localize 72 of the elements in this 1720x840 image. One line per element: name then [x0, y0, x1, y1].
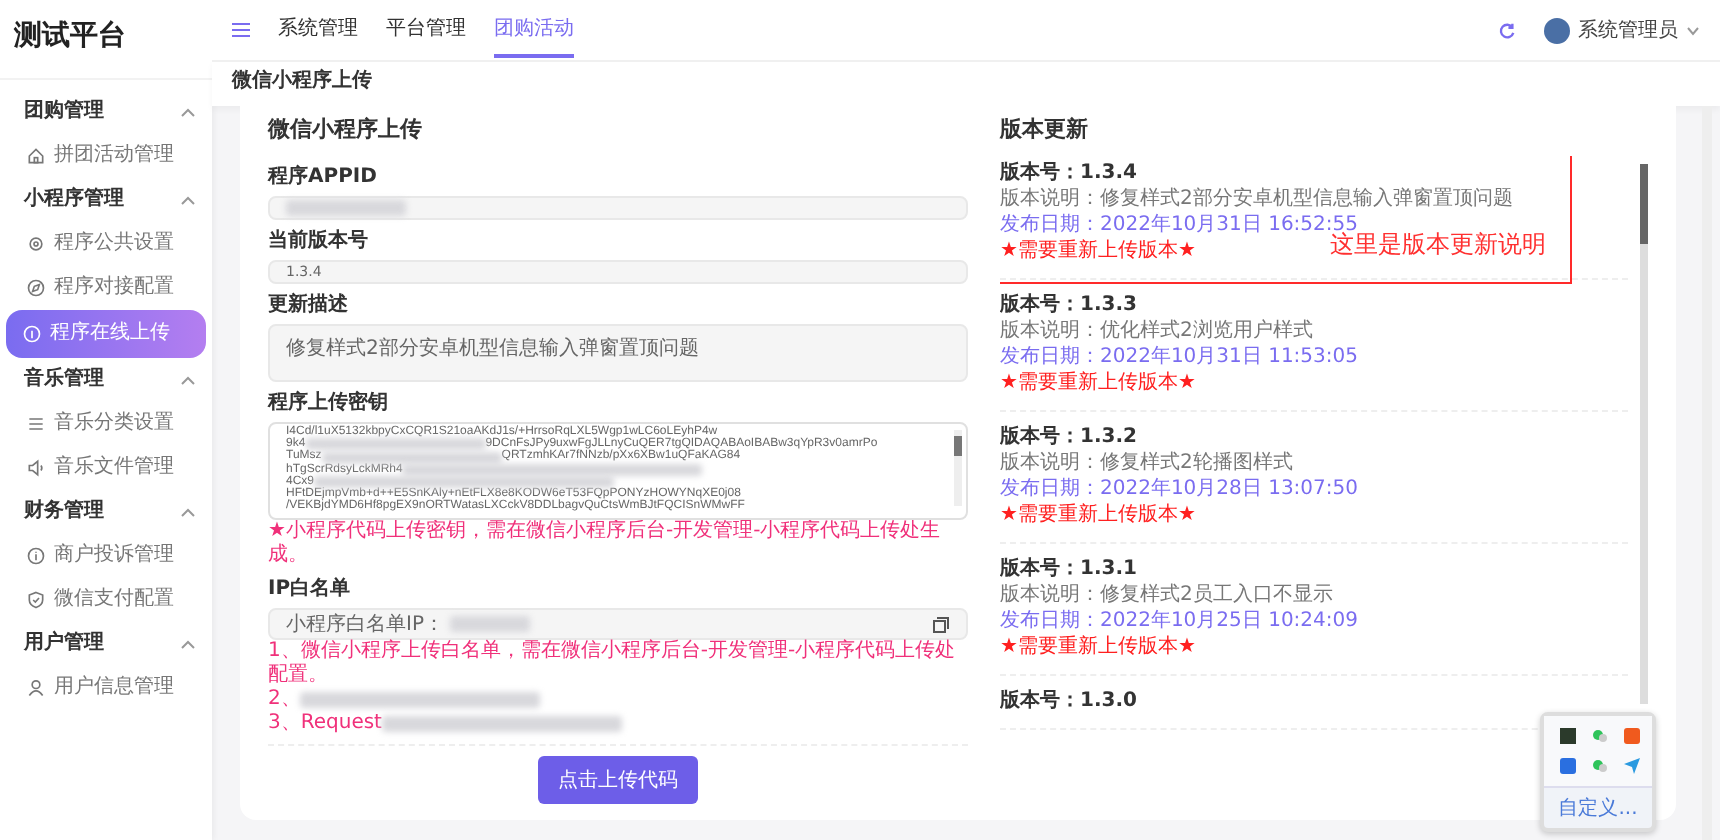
- description-field[interactable]: 修复样式2部分安卓机型信息输入弹窗置顶问题: [268, 324, 968, 382]
- sidebar-item[interactable]: 音乐文件管理: [6, 446, 206, 490]
- section-title: 微信小程序上传: [268, 114, 424, 144]
- info-icon: [22, 324, 42, 344]
- version-number: 版本号：1.3.1: [1000, 556, 1137, 582]
- menu-group[interactable]: 财务管理: [0, 490, 212, 534]
- send-icon[interactable]: [1624, 758, 1640, 774]
- reupload-notice: ★需要重新上传版本★: [1000, 370, 1196, 396]
- release-date: 发布日期：2022年10月25日 10:24:09: [1000, 608, 1358, 634]
- field-label: 程序上传密钥: [268, 388, 390, 416]
- redaction-blur: [449, 616, 530, 632]
- menu-group[interactable]: 团购管理: [0, 90, 212, 134]
- user-menu[interactable]: 系统管理员: [1544, 16, 1700, 44]
- speaker-icon: [26, 458, 46, 478]
- user-icon: [26, 678, 46, 698]
- version-number: 版本号：1.3.3: [1000, 292, 1137, 318]
- version-description: 版本说明：修复样式2部分安卓机型信息输入弹窗置顶问题: [1000, 186, 1513, 212]
- sidebar-item[interactable]: 音乐分类设置: [6, 402, 206, 446]
- field-label: 程序APPID: [268, 162, 379, 190]
- version-number: 版本号：1.3.4: [1000, 160, 1137, 186]
- nav-tab[interactable]: 系统管理: [278, 2, 358, 58]
- customize-link[interactable]: 自定义...: [1544, 786, 1652, 828]
- section-title: 版本更新: [1000, 114, 1090, 144]
- sidebar-item[interactable]: 微信支付配置: [6, 578, 206, 622]
- sidebar-item[interactable]: 程序公共设置: [6, 222, 206, 266]
- reupload-notice: ★需要重新上传版本★: [1000, 238, 1196, 264]
- reupload-notice: ★需要重新上传版本★: [1000, 502, 1196, 528]
- appid-field[interactable]: [268, 196, 968, 221]
- version-description: 版本说明：修复样式2轮播图样式: [1000, 450, 1293, 476]
- shield-icon: [26, 590, 46, 610]
- sidebar-item[interactable]: 商户投诉管理: [6, 534, 206, 578]
- scrollbar-thumb[interactable]: [954, 436, 962, 456]
- scrollbar-thumb[interactable]: [1640, 164, 1648, 244]
- field-label: 当前版本号: [268, 227, 370, 255]
- gear-icon: [26, 234, 46, 254]
- page-title: 微信小程序上传: [212, 60, 1720, 106]
- copy-icon[interactable]: [932, 615, 950, 633]
- ip-hint: 2、: [268, 688, 301, 712]
- info-icon: [26, 546, 46, 566]
- upload-button[interactable]: 点击上传代码: [538, 756, 698, 804]
- menu-group[interactable]: 用户管理: [0, 622, 212, 666]
- home-icon: [26, 146, 46, 166]
- avatar: [1544, 17, 1570, 43]
- menu-group[interactable]: 小程序管理: [0, 178, 212, 222]
- sidebar-item[interactable]: 用户信息管理: [6, 666, 206, 710]
- menu-group[interactable]: 音乐管理: [0, 358, 212, 402]
- release-date: 发布日期：2022年10月28日 13:07:50: [1000, 476, 1358, 502]
- version-description: 版本说明：优化样式2浏览用户样式: [1000, 318, 1313, 344]
- ip-hint: 3、Request: [268, 712, 382, 736]
- key-hint: ★小程序代码上传密钥，需在微信小程序后台-开发管理-小程序代码上传处生成。: [268, 520, 943, 568]
- version-description: 版本说明：修复样式2员工入口不显示: [1000, 582, 1333, 608]
- sidebar-item[interactable]: 拼团活动管理: [6, 134, 206, 178]
- list-icon: [26, 414, 46, 434]
- release-date: 发布日期：2022年10月31日 11:53:05: [1000, 344, 1358, 370]
- field-label: 更新描述: [268, 290, 350, 319]
- reupload-notice: ★需要重新上传版本★: [1000, 634, 1196, 660]
- caret-icon: [1686, 25, 1700, 35]
- redaction-blur: [286, 200, 406, 217]
- version-number: 版本号：1.3.0: [1000, 688, 1137, 714]
- version-number: 版本号：1.3.2: [1000, 424, 1137, 450]
- sidebar-item[interactable]: 程序在线上传: [6, 310, 206, 358]
- key-field[interactable]: [268, 422, 968, 520]
- ip-field[interactable]: 小程序白名单IP：: [268, 608, 968, 640]
- app-icon[interactable]: [1624, 728, 1640, 744]
- sidebar-item[interactable]: 程序对接配置: [6, 266, 206, 310]
- annotation-text: 这里是版本更新说明: [1330, 230, 1546, 262]
- menu-icon[interactable]: [232, 22, 250, 38]
- ip-hint: 1、微信小程序上传白名单，需在微信小程序后台-开发管理-小程序代码上传处配置。: [268, 640, 958, 688]
- field-label: IP白名单: [268, 575, 353, 602]
- compass-icon: [26, 278, 46, 298]
- refresh-icon[interactable]: [1498, 21, 1516, 39]
- nav-tab[interactable]: 平台管理: [386, 2, 466, 58]
